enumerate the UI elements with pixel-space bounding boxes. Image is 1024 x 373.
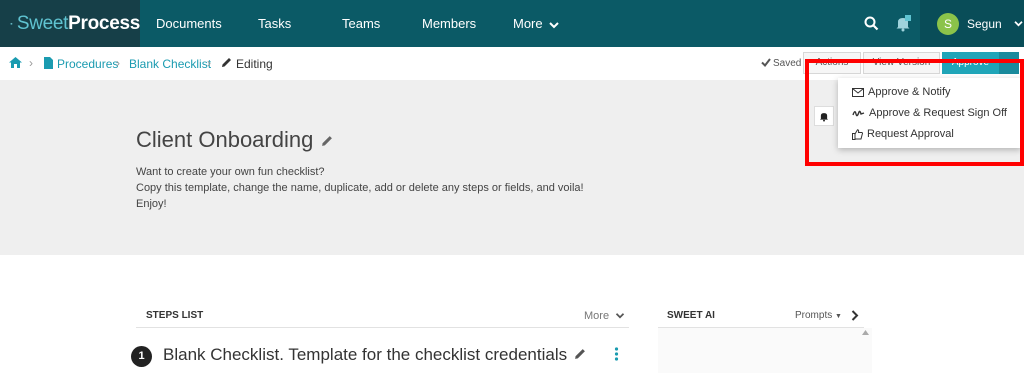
steps-list-header: STEPS LIST More <box>136 306 629 328</box>
description-line: Enjoy! <box>136 198 167 210</box>
prompts-dropdown[interactable]: Prompts ▼ <box>795 310 842 321</box>
user-name: Segun <box>967 16 1002 31</box>
nav-tasks[interactable]: Tasks <box>258 0 291 47</box>
pencil-icon <box>222 58 231 67</box>
chevron-down-icon <box>549 21 559 28</box>
caret-down-icon: ▼ <box>835 313 842 320</box>
avatar: S <box>937 12 959 35</box>
home-icon[interactable] <box>9 57 22 68</box>
step-number: 1 <box>131 346 152 367</box>
prompts-label: Prompts <box>795 310 833 321</box>
document-icon <box>44 57 53 69</box>
kebab-menu-icon[interactable] <box>614 347 619 361</box>
breadcrumb-separator: › <box>29 56 33 70</box>
page-title: Client Onboarding <box>136 127 333 153</box>
sweet-ai-panel <box>658 328 872 373</box>
nav-members[interactable]: Members <box>422 0 476 47</box>
breadcrumb-separator: › <box>116 56 120 70</box>
nav-more[interactable]: More <box>513 0 559 47</box>
sweet-ai-title: SWEET AI <box>667 310 715 321</box>
breadcrumb-separator: › <box>207 56 211 70</box>
nav-teams[interactable]: Teams <box>342 0 380 47</box>
steps-more-label: More <box>584 310 610 322</box>
top-navbar: SweetProcess Documents Tasks Teams Membe… <box>0 0 1024 47</box>
logo-cup-icon <box>10 22 13 25</box>
breadcrumb-current: Editing <box>236 57 273 71</box>
logo-text-sweet: Sweet <box>16 12 69 34</box>
breadcrumb-blank-checklist[interactable]: Blank Checklist <box>129 57 211 71</box>
breadcrumb-procedures[interactable]: Procedures <box>57 57 118 71</box>
check-icon <box>761 58 771 67</box>
step-title-text: Blank Checklist. Template for the checkl… <box>163 345 568 364</box>
steps-list-title: STEPS LIST <box>146 310 204 321</box>
description-line: Want to create your own fun checklist? <box>136 166 325 178</box>
scroll-up-arrow-icon[interactable] <box>862 330 869 335</box>
sweet-ai-header: SWEET AI Prompts ▼ <box>658 306 864 328</box>
edit-pencil-icon[interactable] <box>574 348 586 360</box>
logo-text-process: Process <box>68 12 140 34</box>
chevron-right-icon[interactable] <box>851 310 859 321</box>
document-title[interactable]: Client Onboarding <box>136 127 313 152</box>
highlight-box <box>805 59 1024 166</box>
user-menu[interactable]: S Segun <box>920 0 1024 47</box>
edit-pencil-icon[interactable] <box>321 135 333 147</box>
step-title[interactable]: Blank Checklist. Template for the checkl… <box>163 345 586 365</box>
description-line: Copy this template, change the name, dup… <box>136 182 584 194</box>
logo[interactable]: SweetProcess <box>0 0 140 47</box>
chevron-down-icon <box>616 313 625 319</box>
saved-status: Saved <box>773 58 802 69</box>
search-icon[interactable] <box>864 16 879 31</box>
notification-bell-icon[interactable] <box>895 15 911 32</box>
chevron-down-icon <box>1014 21 1023 27</box>
steps-more-dropdown[interactable]: More <box>584 310 625 322</box>
nav-more-label: More <box>513 16 543 31</box>
nav-documents[interactable]: Documents <box>156 0 222 47</box>
